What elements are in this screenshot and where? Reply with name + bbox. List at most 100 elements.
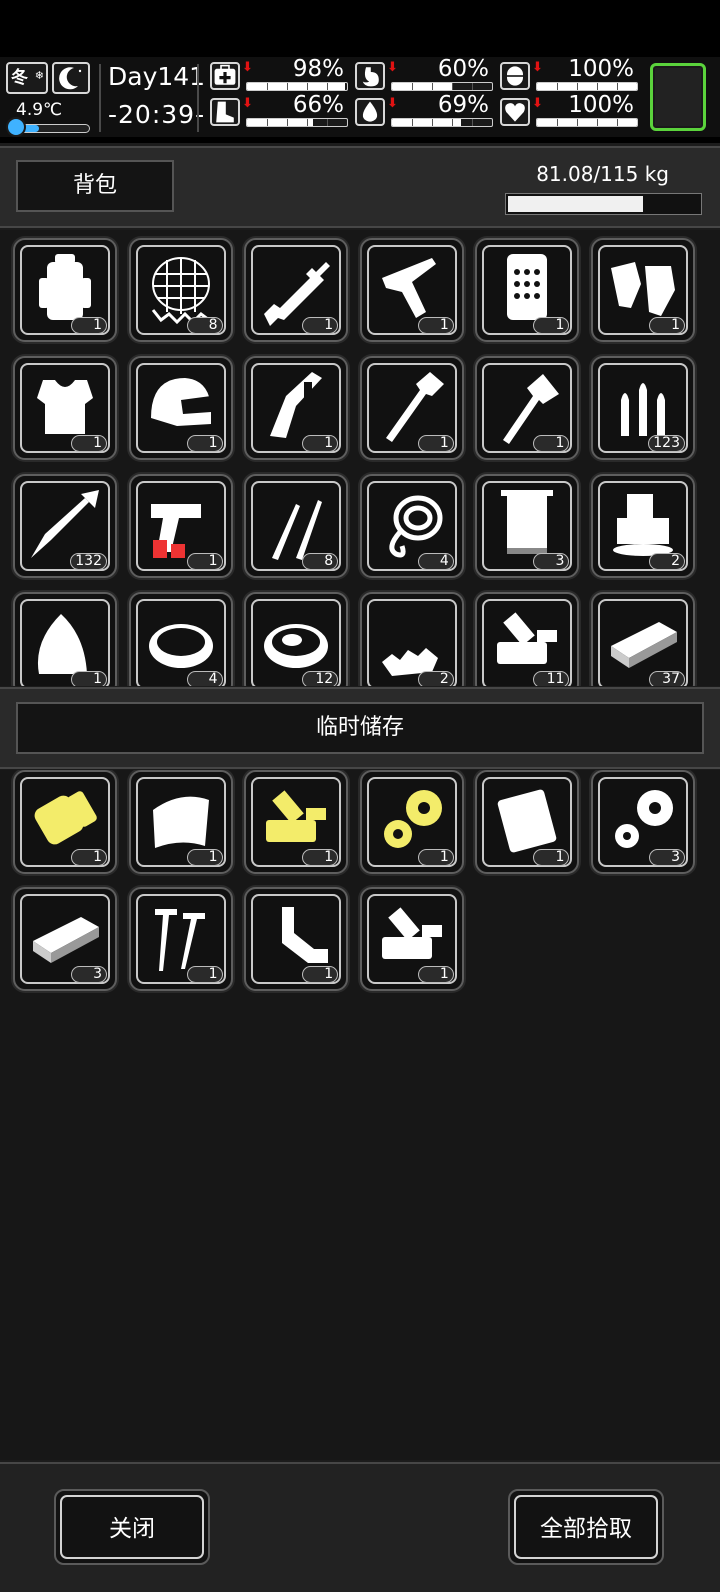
stat-fill [247, 83, 345, 90]
stat-tick [557, 119, 558, 126]
backpack-item-slot[interactable]: 8 [244, 474, 349, 578]
item-quantity: 3 [533, 553, 570, 570]
backpack-item-slot[interactable]: 2 [591, 474, 695, 578]
item-quantity: 8 [302, 553, 339, 570]
storage-item-slot[interactable]: 1 [128, 770, 233, 874]
game-clock: -20:39- [108, 100, 206, 129]
item-quantity: 12 [302, 671, 339, 686]
backpack-item-slot[interactable]: 1 [244, 238, 349, 342]
item-quantity: 132 [70, 553, 107, 570]
stomach-icon [355, 62, 385, 90]
storage-item-slot[interactable]: 3 [591, 770, 695, 874]
machine-parts-icon [381, 907, 442, 959]
storage-item-slot[interactable]: 1 [359, 887, 464, 991]
backpack-icon [39, 254, 91, 320]
stat-tick [597, 83, 598, 90]
helmet-icon [150, 378, 211, 426]
pipe-icon [274, 907, 329, 963]
take-all-button-label: 全部拾取 [514, 1495, 658, 1559]
equipped-slot[interactable] [650, 63, 706, 131]
backpack-item-slot[interactable]: 3 [475, 474, 580, 578]
stat-tick [472, 83, 473, 90]
stat-tick [452, 83, 453, 90]
storage-item-slot[interactable]: 1 [128, 887, 233, 991]
yellow-bolt-icon [34, 791, 97, 845]
moon-icon [52, 62, 90, 94]
backpack-item-slot[interactable]: 1 [13, 238, 117, 342]
boot-icon [210, 98, 240, 126]
backpack-item-slot[interactable]: 1 [128, 356, 233, 460]
backpack-item-slot[interactable]: 2 [359, 592, 464, 686]
storage-item-slot[interactable]: 1 [244, 887, 349, 991]
backpack-item-slot[interactable]: 1 [13, 592, 117, 686]
storage-item-slot[interactable]: 1 [475, 770, 580, 874]
storage-item-slot[interactable]: 1 [13, 770, 117, 874]
backpack-item-slot[interactable]: 1 [359, 356, 464, 460]
backpack-item-slot[interactable]: 1 [359, 238, 464, 342]
backpack-item-slot[interactable]: 4 [359, 474, 464, 578]
season-indicator: 冬 ❄ [6, 62, 48, 94]
item-quantity: 1 [533, 849, 570, 866]
backpack-item-slot[interactable]: 8 [128, 238, 233, 342]
backpack-item-slot[interactable]: 1 [475, 238, 580, 342]
backpack-item-slot[interactable]: 123 [591, 356, 695, 460]
gears-icon [615, 790, 673, 848]
backpack-item-slot[interactable]: 1 [475, 356, 580, 460]
item-quantity: 11 [533, 671, 570, 686]
stat-tick [287, 119, 288, 126]
stat-value: 66% [292, 92, 344, 118]
scrap-icon [381, 648, 438, 676]
item-quantity: 4 [186, 671, 223, 686]
item-quantity: 1 [71, 317, 107, 334]
towel-icon [501, 490, 554, 554]
item-quantity: 1 [417, 317, 454, 334]
weight-bar [505, 193, 702, 215]
metal-bar-icon [611, 622, 677, 668]
stat-fill [247, 119, 313, 126]
item-quantity: 1 [417, 966, 454, 983]
meat-icon [37, 614, 87, 674]
take-all-button[interactable]: 全部拾取 [508, 1489, 664, 1565]
stat-bar [391, 118, 493, 127]
backpack-title: 背包 [16, 160, 174, 212]
water-drop-icon [355, 98, 385, 126]
item-quantity: 1 [186, 553, 223, 570]
item-quantity: 1 [417, 435, 454, 452]
stat-tick [287, 83, 288, 90]
net-icon [151, 257, 210, 325]
backpack-item-slot[interactable]: 1 [591, 238, 695, 342]
stat-tick [557, 83, 558, 90]
backpack-item-slot[interactable]: 132 [13, 474, 117, 578]
temperature-value: 4.9℃ [16, 100, 63, 120]
backpack-item-slot[interactable]: 37 [591, 592, 695, 686]
stat-tick [577, 119, 578, 126]
item-quantity: 1 [302, 435, 339, 452]
item-quantity: 123 [648, 435, 685, 452]
stat-tick [452, 119, 453, 126]
backpack-item-slot[interactable]: 12 [244, 592, 349, 686]
flare-gun-icon [150, 504, 201, 558]
stat-bar [246, 82, 348, 91]
backpack-item-slot[interactable]: 1 [13, 356, 117, 460]
stat-tick [432, 83, 433, 90]
backpack-item-slot[interactable]: 1 [244, 356, 349, 460]
stew-icon [264, 624, 329, 668]
stat-bar [536, 118, 638, 127]
item-quantity: 1 [71, 435, 107, 452]
backpack-item-slot[interactable]: 1 [128, 474, 233, 578]
storage-item-slot[interactable]: 1 [244, 770, 349, 874]
storage-item-slot[interactable]: 3 [13, 887, 117, 991]
storage-item-slot[interactable]: 1 [359, 770, 464, 874]
stat-value: 98% [292, 56, 344, 82]
screws-icon [154, 909, 205, 971]
item-quantity: 1 [186, 849, 223, 866]
stat-bar [391, 82, 493, 91]
close-button[interactable]: 关闭 [54, 1489, 210, 1565]
stat-tick [267, 119, 268, 126]
item-quantity: 3 [71, 966, 107, 983]
backpack-item-slot[interactable]: 11 [475, 592, 580, 686]
item-quantity: 1 [302, 966, 339, 983]
arrow-icon [31, 490, 99, 558]
stat-value: 60% [437, 56, 489, 82]
backpack-item-slot[interactable]: 4 [128, 592, 233, 686]
